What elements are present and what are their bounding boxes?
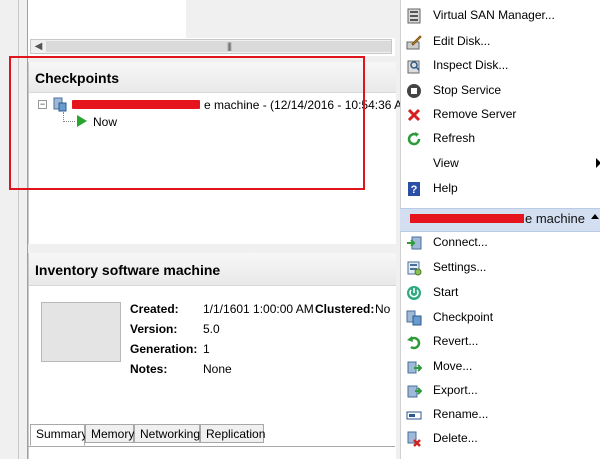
remove-x-icon (407, 108, 421, 122)
action-label: Revert... (433, 334, 479, 348)
revert-icon (407, 336, 421, 350)
action-move[interactable]: Move... (401, 355, 600, 379)
action-label: Delete... (433, 431, 478, 445)
tab-replication[interactable]: Replication (200, 424, 265, 443)
vm-details-title: Inventory software machine (35, 262, 221, 278)
horizontal-scrollbar[interactable]: ◀ ||| (30, 39, 392, 54)
vm-actions-section-title: e machine (525, 211, 585, 226)
connect-icon (407, 236, 422, 250)
notes-value: None (203, 362, 232, 376)
stop-icon (407, 84, 421, 98)
tab-strip-baseline (28, 446, 395, 447)
created-label: Created: (130, 302, 179, 316)
delete-icon (407, 431, 421, 447)
action-rename[interactable]: Rename... (401, 403, 600, 427)
action-label: Connect... (433, 235, 488, 249)
action-label: Refresh (433, 131, 476, 145)
generation-label: Generation: (130, 342, 198, 356)
scrollbar-thumb[interactable] (46, 41, 391, 52)
tab-memory[interactable]: Memory (85, 424, 134, 443)
action-label: Stop Service (433, 83, 502, 97)
action-refresh[interactable]: Refresh (401, 127, 600, 151)
action-view[interactable]: View (401, 152, 600, 176)
inspect-disk-icon (407, 60, 420, 74)
tab-summary[interactable]: Summary (30, 424, 87, 446)
action-stop-service[interactable]: Stop Service (401, 79, 600, 103)
clustered-label: Clustered: (315, 302, 375, 316)
export-icon (407, 385, 422, 398)
move-icon (407, 361, 422, 374)
action-label: Export... (433, 383, 478, 397)
action-delete[interactable]: Delete... (401, 427, 600, 451)
action-label: Start (433, 285, 459, 299)
action-label: Help (433, 181, 458, 195)
settings-icon (407, 261, 422, 276)
version-label: Version: (130, 322, 178, 336)
action-settings[interactable]: Settings... (401, 256, 600, 280)
action-label: Rename... (433, 407, 489, 421)
action-revert[interactable]: Revert... (401, 330, 600, 354)
generation-value: 1 (203, 342, 210, 356)
action-remove-server[interactable]: Remove Server (401, 103, 600, 127)
action-connect[interactable]: Connect... (401, 231, 600, 255)
action-label: Inspect Disk... (433, 58, 509, 72)
action-inspect-disk[interactable]: Inspect Disk... (401, 54, 600, 78)
scroll-left-arrow-icon[interactable]: ◀ (31, 40, 46, 53)
redacted-vm-name (410, 214, 524, 223)
action-label: View (433, 156, 459, 170)
checkpoint-icon (406, 310, 422, 326)
version-value: 5.0 (203, 322, 220, 336)
pane-empty-area (186, 0, 395, 38)
action-start[interactable]: Start (401, 281, 600, 305)
highlight-annotation-box (9, 56, 365, 190)
action-export[interactable]: Export... (401, 379, 600, 403)
clustered-value: No (375, 302, 391, 316)
scrollbar-grip-icon: ||| (227, 41, 232, 51)
action-edit-disk[interactable]: Edit Disk... (401, 30, 600, 54)
notes-label: Notes: (130, 362, 168, 376)
action-label: Remove Server (433, 107, 517, 121)
action-label: Settings... (433, 260, 487, 274)
refresh-icon (407, 132, 421, 146)
vm-thumbnail (41, 302, 121, 362)
submenu-arrow-icon (596, 158, 600, 168)
help-icon: ? (408, 182, 420, 196)
edit-disk-icon (406, 35, 422, 50)
action-label: Move... (433, 359, 473, 373)
rename-icon (406, 411, 422, 420)
san-icon (407, 8, 421, 24)
svg-text:?: ? (411, 184, 418, 196)
created-value: 1/1/1601 1:00:00 AM (203, 302, 314, 316)
start-icon (407, 286, 421, 300)
details-header: Inventory software machine (29, 253, 396, 286)
action-virtual-san-manager[interactable]: Virtual SAN Manager... (401, 4, 600, 28)
tab-networking[interactable]: Networking (134, 424, 200, 443)
action-label: Checkpoint (433, 310, 494, 324)
action-label: Virtual SAN Manager... (433, 8, 555, 22)
collapse-arrow-icon[interactable] (591, 214, 599, 219)
action-label: Edit Disk... (433, 34, 491, 48)
action-checkpoint[interactable]: Checkpoint (401, 306, 600, 330)
action-help[interactable]: ? Help (401, 177, 600, 201)
